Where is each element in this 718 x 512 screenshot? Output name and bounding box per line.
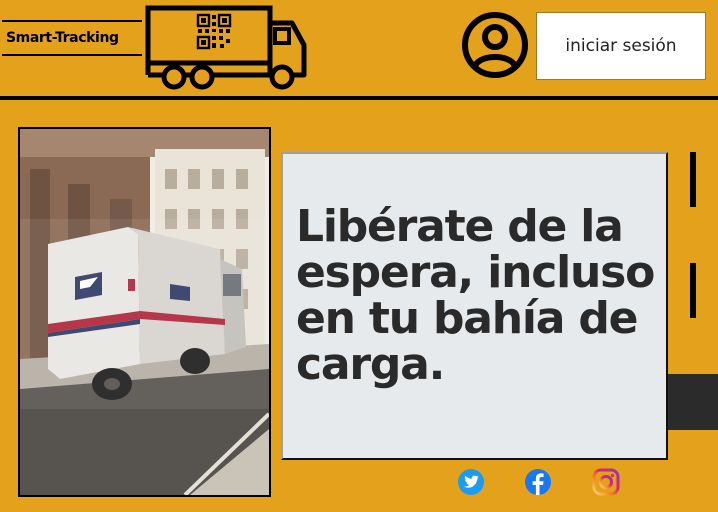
decorative-bar — [690, 263, 696, 318]
twitter-icon[interactable] — [457, 468, 485, 501]
delivery-truck-photo — [18, 127, 271, 497]
login-button[interactable]: iniciar sesión — [536, 12, 706, 80]
decorative-bar — [690, 152, 696, 207]
truck-icon — [144, 5, 310, 98]
hero-card: Libérate de la espera, incluso en tu bah… — [281, 152, 668, 460]
brand-logo[interactable]: Smart-Tracking — [2, 20, 142, 56]
decorative-block — [668, 374, 718, 430]
user-account-icon[interactable] — [460, 10, 530, 85]
instagram-icon[interactable] — [592, 468, 620, 501]
header-divider — [0, 96, 718, 100]
brand-name: Smart-Tracking — [6, 30, 119, 46]
hero-headline: Libérate de la espera, incluso en tu bah… — [296, 201, 655, 390]
qr-code-icon — [196, 13, 232, 51]
facebook-icon[interactable] — [524, 468, 552, 501]
